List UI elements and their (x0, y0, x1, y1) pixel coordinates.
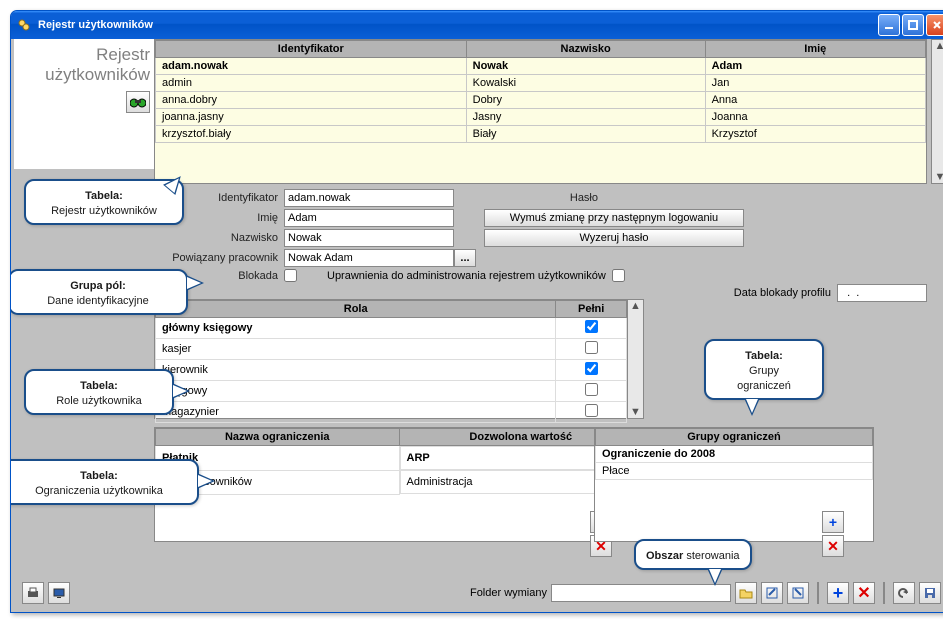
table-row[interactable]: kasjer (156, 339, 627, 360)
print-button[interactable] (22, 582, 44, 604)
uprawnienia-label: Uprawnienia do administrowania rejestrem… (327, 270, 606, 282)
table-row[interactable]: PłatnikARP... (156, 446, 643, 471)
nazwisko-label: Nazwisko (164, 232, 284, 244)
col-nazwisko[interactable]: Nazwisko (466, 41, 705, 58)
groups-add-button[interactable]: + (822, 511, 844, 533)
undo-button[interactable] (893, 582, 915, 604)
table-row[interactable]: krzysztof.białyBiałyKrzysztof (156, 126, 926, 143)
data-blokady-field[interactable] (837, 284, 927, 302)
separator (883, 582, 885, 604)
powiazany-browse-button[interactable]: ... (454, 249, 476, 267)
powiazany-label: Powiązany pracownik (164, 252, 284, 264)
role-checkbox[interactable] (585, 404, 598, 417)
table-row[interactable]: główny księgowy (156, 318, 627, 339)
sidebar-title-2: użytkowników (18, 65, 150, 85)
col-grupy[interactable]: Grupy ograniczeń (596, 429, 873, 446)
folder-label: Folder wymiany (470, 587, 547, 599)
callout-control-area: Obszar sterowania (634, 539, 752, 570)
titlebar[interactable]: Rejestr użytkowników (11, 11, 943, 39)
sidebar-title-1: Rejestr (18, 45, 150, 65)
col-imie[interactable]: Imię (705, 41, 925, 58)
nazwisko-field[interactable] (284, 229, 454, 247)
uprawnienia-checkbox[interactable] (612, 269, 625, 282)
powiazany-field[interactable] (284, 249, 454, 267)
identyfikator-field[interactable] (284, 189, 454, 207)
app-window: Rejestr użytkowników Rejestr użytkownikó… (10, 10, 943, 613)
haslo-label: Hasło (554, 192, 604, 204)
bottom-toolbar: Folder wymiany + ✕ (14, 577, 943, 609)
table-row[interactable]: Ograniczenie do 2008 (596, 446, 873, 463)
sidebar: Rejestr użytkowników (14, 39, 154, 169)
callout-roles: Tabela:Role użytkownika (24, 369, 174, 415)
col-identyfikator[interactable]: Identyfikator (156, 41, 467, 58)
role-checkbox[interactable] (585, 362, 598, 375)
table-row[interactable]: kierownik (156, 360, 627, 381)
role-checkbox[interactable] (585, 320, 598, 333)
separator (817, 582, 819, 604)
screen-button[interactable] (48, 582, 70, 604)
roles-table[interactable]: Rola Pełni główny księgowykasjerkierowni… (154, 299, 644, 419)
wyzeruj-button[interactable]: Wyzeruj hasło (484, 229, 744, 247)
identity-fields: Identyfikator Hasło Imię Wymuś zmianę pr… (164, 189, 927, 304)
role-checkbox[interactable] (585, 383, 598, 396)
col-nazwa-ogr[interactable]: Nazwa ograniczenia (156, 429, 400, 446)
callout-fields: Grupa pól:Dane identyfikacyjne (10, 269, 188, 315)
roles-scrollbar[interactable]: ▲▼ (627, 300, 643, 418)
table-row[interactable]: księgowy (156, 381, 627, 402)
callout-table-users: Tabela:Rejestr użytkowników (24, 179, 184, 225)
users-table[interactable]: Identyfikator Nazwisko Imię adam.nowakNo… (154, 39, 927, 184)
imie-field[interactable] (284, 209, 454, 227)
table-row[interactable]: Płace (596, 463, 873, 480)
delete-button[interactable]: ✕ (853, 582, 875, 604)
table-row[interactable]: magazynier (156, 402, 627, 423)
save-button[interactable] (919, 582, 941, 604)
table-row[interactable]: Typy pracownikówAdministracja... (156, 470, 643, 494)
app-icon (15, 16, 33, 34)
restrictions-table[interactable]: Nazwa ograniczenia Dozwolona wartość Pła… (154, 427, 644, 542)
users-scrollbar[interactable]: ▲▼ (931, 39, 943, 184)
maximize-button[interactable] (902, 14, 924, 36)
table-row[interactable]: adam.nowakNowakAdam (156, 58, 926, 75)
close-button[interactable] (926, 14, 943, 36)
import-button[interactable] (787, 582, 809, 604)
callout-restrictions: Tabela:Ograniczenia użytkownika (10, 459, 199, 505)
table-row[interactable]: joanna.jasnyJasnyJoanna (156, 109, 926, 126)
folder-field[interactable] (551, 584, 731, 602)
callout-groups: Tabela:Grupy ograniczeń (704, 339, 824, 400)
col-rola[interactable]: Rola (156, 301, 556, 318)
content-area: Rejestr użytkowników Identyfikator Nazwi… (14, 39, 943, 609)
blokada-checkbox[interactable] (284, 269, 297, 282)
data-blokady-label: Data blokady profilu (734, 287, 831, 299)
wymus-button[interactable]: Wymuś zmianę przy następnym logowaniu (484, 209, 744, 227)
table-row[interactable]: adminKowalskiJan (156, 75, 926, 92)
window-title: Rejestr użytkowników (38, 19, 153, 31)
folder-browse-button[interactable] (735, 582, 757, 604)
col-pelni[interactable]: Pełni (556, 301, 627, 318)
minimize-button[interactable] (878, 14, 900, 36)
groups-delete-button[interactable]: ✕ (822, 535, 844, 557)
role-checkbox[interactable] (585, 341, 598, 354)
binoculars-button[interactable] (126, 91, 150, 113)
export-button[interactable] (761, 582, 783, 604)
add-button[interactable]: + (827, 582, 849, 604)
table-row[interactable]: anna.dobryDobryAnna (156, 92, 926, 109)
